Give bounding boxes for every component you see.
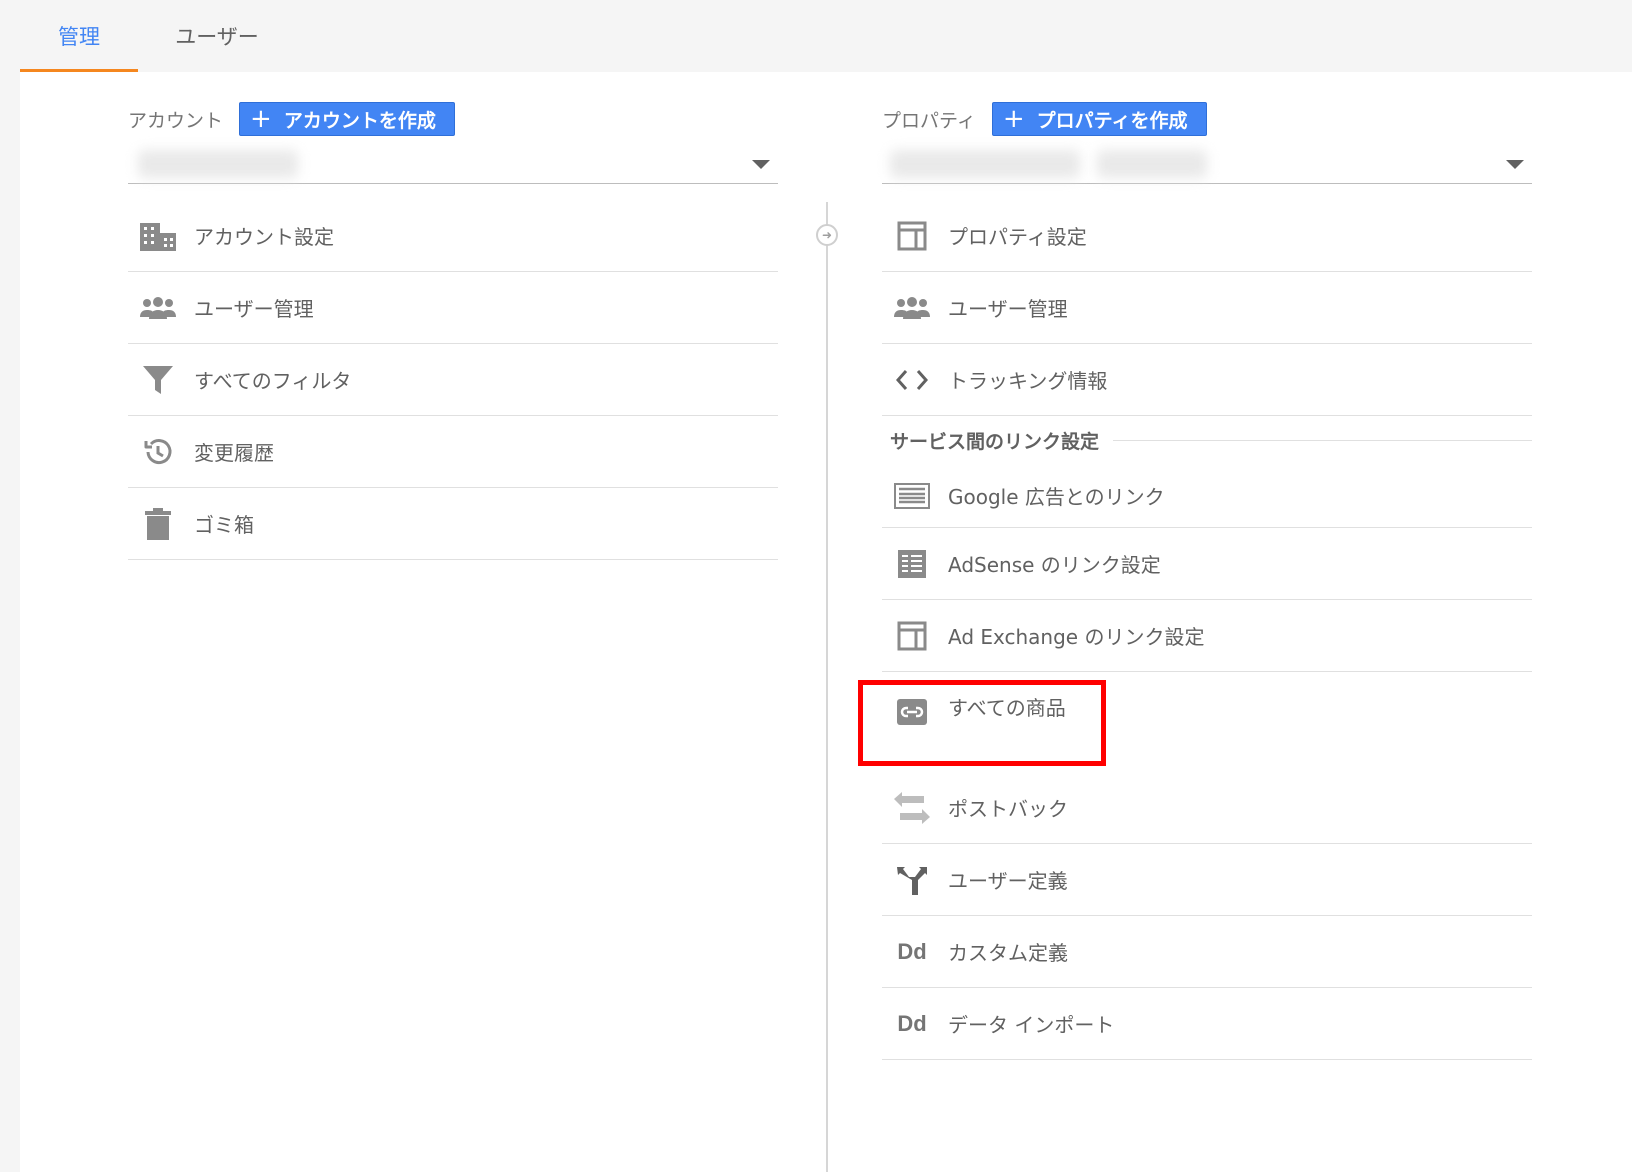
adexchange-icon	[892, 616, 932, 656]
account-menu: アカウント設定 ユーザー管理 すべてのフィルタ 変更履歴 ゴミ箱	[128, 200, 778, 560]
property-label: プロパティ	[882, 109, 976, 132]
menu-item-label: カスタム定義	[948, 941, 1068, 965]
menu-item-account-settings[interactable]: アカウント設定	[128, 200, 778, 272]
redacted-property-id	[1097, 150, 1207, 178]
menu-item-label: ユーザー定義	[948, 869, 1068, 893]
menu-item-tracking-info[interactable]: トラッキング情報	[882, 344, 1532, 416]
create-property-label: プロパティを作成	[1036, 109, 1188, 132]
menu-item-data-import[interactable]: Dd データ インポート	[882, 988, 1532, 1060]
postback-icon	[892, 788, 932, 828]
section-title-service-links: サービス間のリンク設定	[882, 416, 1532, 464]
menu-item-label: ユーザー管理	[948, 297, 1068, 321]
trash-icon	[138, 504, 178, 544]
create-property-button[interactable]: + プロパティを作成	[991, 102, 1207, 136]
plus-icon: +	[250, 104, 272, 134]
property-menu: プロパティ設定 ユーザー管理 トラッキング情報 サービス間のリンク設定 Goog…	[882, 200, 1532, 1060]
create-account-button[interactable]: + アカウントを作成	[239, 102, 455, 136]
menu-item-all-filters[interactable]: すべてのフィルタ	[128, 344, 778, 416]
section-divider	[1113, 439, 1532, 441]
account-selector[interactable]	[128, 144, 778, 184]
highlight-box	[858, 680, 1106, 766]
dropdown-caret-icon	[752, 160, 770, 169]
redacted-account-name	[138, 150, 298, 178]
create-account-label: アカウントを作成	[283, 109, 436, 132]
menu-item-label: Google 広告とのリンク	[948, 485, 1165, 509]
menu-item-account-user-management[interactable]: ユーザー管理	[128, 272, 778, 344]
menu-item-label: すべてのフィルタ	[194, 369, 352, 393]
menu-item-user-definition[interactable]: ユーザー定義	[882, 844, 1532, 916]
filter-icon	[138, 360, 178, 400]
top-tab-bar: 管理 ユーザー	[0, 0, 1632, 72]
menu-item-trash[interactable]: ゴミ箱	[128, 488, 778, 560]
menu-item-label: Ad Exchange のリンク設定	[948, 625, 1205, 649]
menu-item-property-user-management[interactable]: ユーザー管理	[882, 272, 1532, 344]
account-header: アカウント + アカウントを作成	[128, 102, 455, 136]
dd-icon: Dd	[897, 938, 927, 964]
menu-item-adsense-link[interactable]: AdSense のリンク設定	[882, 528, 1532, 600]
menu-item-label: ゴミ箱	[194, 513, 254, 537]
ads-icon	[892, 476, 932, 516]
tab-admin-label: 管理	[58, 25, 100, 49]
account-label: アカウント	[128, 109, 224, 132]
adsense-icon	[892, 544, 932, 584]
menu-item-label: AdSense のリンク設定	[948, 553, 1161, 577]
menu-item-adexchange-link[interactable]: Ad Exchange のリンク設定	[882, 600, 1532, 672]
menu-item-label: アカウント設定	[194, 225, 334, 249]
menu-item-change-history[interactable]: 変更履歴	[128, 416, 778, 488]
menu-item-google-ads-link[interactable]: Google 広告とのリンク	[882, 464, 1532, 528]
redacted-property-name	[890, 150, 1080, 178]
menu-item-label: ポストバック	[948, 797, 1068, 821]
building-icon	[138, 216, 178, 256]
menu-item-label: トラッキング情報	[948, 369, 1108, 393]
tab-user-label: ユーザー	[175, 25, 259, 49]
menu-item-property-settings[interactable]: プロパティ設定	[882, 200, 1532, 272]
plus-icon: +	[1002, 104, 1025, 134]
dropdown-caret-icon	[1506, 160, 1524, 169]
people-icon	[138, 288, 178, 328]
property-header: プロパティ + プロパティを作成	[882, 102, 1207, 136]
menu-item-label: データ インポート	[948, 1013, 1115, 1037]
menu-item-custom-definition[interactable]: Dd カスタム定義	[882, 916, 1532, 988]
menu-item-label: ユーザー管理	[194, 297, 314, 321]
property-selector[interactable]	[882, 144, 1532, 184]
fork-icon	[892, 860, 932, 900]
tab-admin[interactable]: 管理	[20, 0, 138, 72]
menu-item-label: 変更履歴	[194, 441, 274, 465]
tab-user[interactable]: ユーザー	[158, 0, 276, 72]
history-icon	[138, 432, 178, 472]
arrow-right-icon[interactable]: ➜	[816, 224, 838, 246]
people-icon	[892, 288, 932, 328]
menu-item-label: プロパティ設定	[948, 225, 1087, 249]
menu-item-postback[interactable]: ポストバック	[882, 772, 1532, 844]
property-layout-icon	[892, 216, 932, 256]
section-title-text: サービス間のリンク設定	[890, 430, 1100, 453]
admin-panel: アカウント + アカウントを作成 アカウント設定 ユーザー管理 すべてのフィルタ…	[20, 72, 1632, 1172]
dd-icon: Dd	[897, 1010, 927, 1036]
code-icon	[892, 360, 932, 400]
column-divider	[826, 202, 828, 1172]
